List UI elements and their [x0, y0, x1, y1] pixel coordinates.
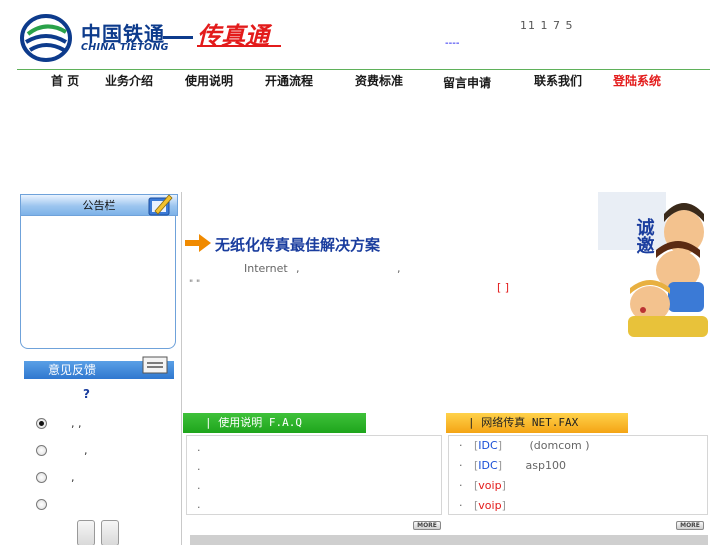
net-fax-list: · [IDC] (domcom ) · [IDC] asp100 · [voip… [448, 435, 708, 515]
list-bullet: · [459, 479, 463, 492]
logo-english-text: CHINA TIETONG [81, 42, 169, 53]
logo-dash [163, 36, 193, 39]
promo-text: Internet [244, 262, 288, 275]
main-nav: 首 页 业务介绍 使用说明 开通流程 资费标准 留言申请 联系我们 登陆系统 [17, 69, 710, 91]
nav-pricing[interactable]: 资费标准 [355, 72, 403, 89]
list-bullet: · [459, 459, 463, 472]
list-item[interactable]: . [197, 460, 201, 474]
list-tag[interactable]: IDC [478, 459, 497, 472]
radio-button[interactable] [36, 499, 47, 510]
arrow-right-icon [185, 234, 211, 252]
promo-title: 无纸化传真最佳解决方案 [215, 236, 381, 254]
feedback-option[interactable]: , [36, 471, 166, 485]
radio-button[interactable] [36, 418, 47, 429]
nav-login-system[interactable]: 登陆系统 [613, 72, 661, 89]
list-item[interactable]: · [voip] [459, 479, 506, 493]
feedback-option[interactable]: , [36, 444, 166, 458]
fax-logo-underline [197, 45, 281, 47]
list-item[interactable]: . [197, 479, 201, 493]
notice-board-title: 公告栏 [82, 199, 116, 212]
list-bullet: · [459, 499, 463, 512]
site-header: 中国铁通 CHINA TIETONG 传真通 11 1 7 5 ---- [17, 0, 710, 70]
feedback-option-label: , , [71, 417, 82, 430]
list-text: asp100 [525, 459, 566, 472]
china-tietong-logo-icon [20, 14, 72, 62]
promo-detail-link[interactable]: [ ] [497, 281, 509, 294]
usage-faq-section-header: | 使用说明 F.A.Q [183, 413, 366, 433]
hotline-number: 11 1 7 5 [520, 19, 574, 32]
nav-home[interactable]: 首 页 [51, 72, 79, 89]
envelope-icon [142, 356, 168, 374]
hotline-link[interactable]: ---- [445, 38, 459, 49]
promo-quote: " " [189, 279, 201, 289]
list-item[interactable]: . [197, 498, 201, 512]
feedback-title: 意见反馈 [48, 363, 97, 377]
list-item[interactable]: · [IDC] (domcom ) [459, 439, 590, 453]
invite-text: 诚邀 [634, 218, 655, 255]
promo-text-comma: , [296, 262, 300, 275]
usage-more-button[interactable]: MORE [413, 521, 441, 530]
submit-button[interactable] [77, 520, 95, 545]
list-item[interactable]: . [197, 441, 201, 455]
list-tag[interactable]: voip [478, 499, 501, 512]
notice-board: 公告栏 [20, 194, 178, 349]
nav-activation-process[interactable]: 开通流程 [265, 72, 313, 89]
feedback-option-label: , [84, 444, 88, 457]
feedback-question: ? [83, 387, 90, 401]
nav-business-intro[interactable]: 业务介绍 [105, 72, 153, 89]
nav-message-apply[interactable]: 留言申请 [443, 74, 491, 91]
list-item[interactable]: · [voip] [459, 499, 506, 513]
nav-contact[interactable]: 联系我们 [534, 72, 582, 89]
radio-button[interactable] [36, 472, 47, 483]
feedback-option[interactable]: , , [36, 417, 166, 431]
view-results-button[interactable] [101, 520, 119, 545]
bottom-divider-bar [190, 535, 708, 545]
net-fax-section-header: | 网络传真 NET.FAX [446, 413, 628, 433]
notice-board-header: 公告栏 [20, 194, 178, 216]
list-tag[interactable]: IDC [478, 439, 497, 452]
pen-icon [148, 194, 173, 216]
list-tag[interactable]: voip [478, 479, 501, 492]
left-sidebar: 公告栏 意见反馈 ? , , , , [17, 192, 182, 545]
list-text: (domcom ) [529, 439, 590, 452]
usage-faq-title: | 使用说明 F.A.Q [205, 416, 302, 429]
feedback-header: 意见反馈 [24, 356, 174, 379]
feedback-option[interactable] [36, 498, 166, 512]
invitation-illustration: 诚邀 [598, 192, 708, 337]
net-fax-title: | 网络传真 NET.FAX [468, 416, 579, 429]
radio-button[interactable] [36, 445, 47, 456]
usage-faq-list: . . . . [186, 435, 442, 515]
nav-usage[interactable]: 使用说明 [185, 72, 233, 89]
feedback-option-label: , [71, 471, 75, 484]
net-fax-more-button[interactable]: MORE [676, 521, 704, 530]
list-item[interactable]: · [IDC] asp100 [459, 459, 566, 473]
promo-text-comma: , [397, 262, 401, 275]
list-bullet: · [459, 439, 463, 452]
